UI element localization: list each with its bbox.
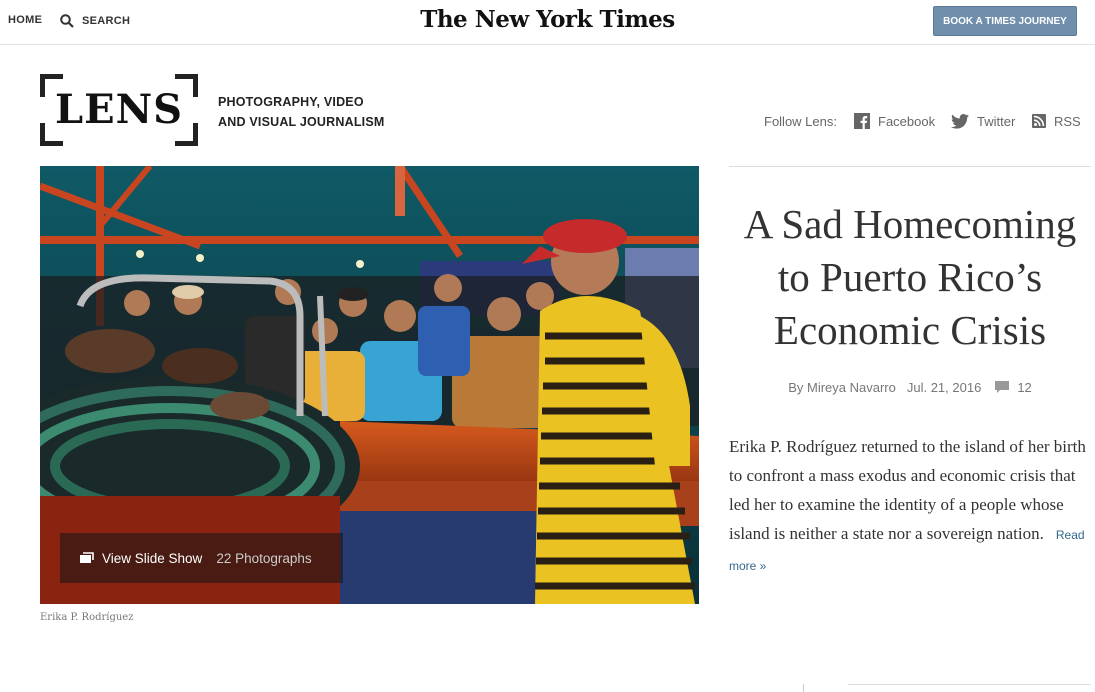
article-meta: By Mireya Navarro Jul. 21, 2016 12 [729,380,1091,395]
twitter-icon [951,113,969,129]
twitter-link[interactable]: Twitter [951,112,1015,130]
follow-label: Follow Lens: [764,113,837,129]
publish-date: Jul. 21, 2016 [906,380,982,395]
home-link[interactable]: HOME [8,14,42,26]
comment-icon [995,381,1010,393]
facebook-icon [854,113,870,129]
rss-icon [1032,114,1046,128]
article-summary: Erika P. Rodríguez returned to the islan… [729,432,1091,581]
tagline-line-2: AND VISUAL JOURNALISM [218,115,385,129]
divider [848,684,1091,685]
nyt-logo[interactable]: The New York Times [420,6,675,33]
rss-link[interactable]: RSS [1032,112,1081,130]
twitter-label: Twitter [977,113,1016,129]
summary-text: Erika P. Rodríguez returned to the islan… [729,437,1086,543]
facebook-link[interactable]: Facebook [854,112,935,130]
rss-label: RSS [1054,113,1081,129]
view-slideshow-button[interactable]: View Slide Show 22 Photographs [60,533,343,583]
photo-credit: Erika P. Rodríguez [40,612,134,623]
comments-link[interactable]: 12 [995,380,1032,395]
lens-tagline: PHOTOGRAPHY, VIDEO AND VISUAL JOURNALISM [218,92,384,132]
book-journey-button[interactable]: BOOK A TIMES JOURNEY [933,6,1077,36]
slideshow-label: View Slide Show [102,550,203,566]
search-label: SEARCH [82,15,131,27]
byline: By Mireya Navarro [788,380,896,395]
tagline-line-1: PHOTOGRAPHY, VIDEO [218,95,364,109]
headline-line-2: to Puerto Rico’s [777,254,1043,300]
headline-line-3: Economic Crisis [773,307,1047,353]
divider [803,684,804,692]
slideshow-icon [80,552,94,563]
lens-logo[interactable]: LENS [40,74,198,146]
top-navigation-bar: HOME SEARCH The New York Times BOOK A TI… [0,0,1095,45]
headline-line-1: A Sad Homecoming [743,201,1077,247]
search-icon [60,14,74,28]
divider [729,166,1091,167]
facebook-label: Facebook [878,113,936,129]
search-button[interactable]: SEARCH [60,12,130,30]
hero-photo[interactable]: View Slide Show 22 Photographs [40,166,699,604]
photo-count: 22 Photographs [216,550,312,566]
comment-count: 12 [1017,380,1032,395]
article-headline[interactable]: A Sad Homecoming to Puerto Rico’s Econom… [729,198,1091,357]
lens-wordmark: LENS [54,86,184,133]
